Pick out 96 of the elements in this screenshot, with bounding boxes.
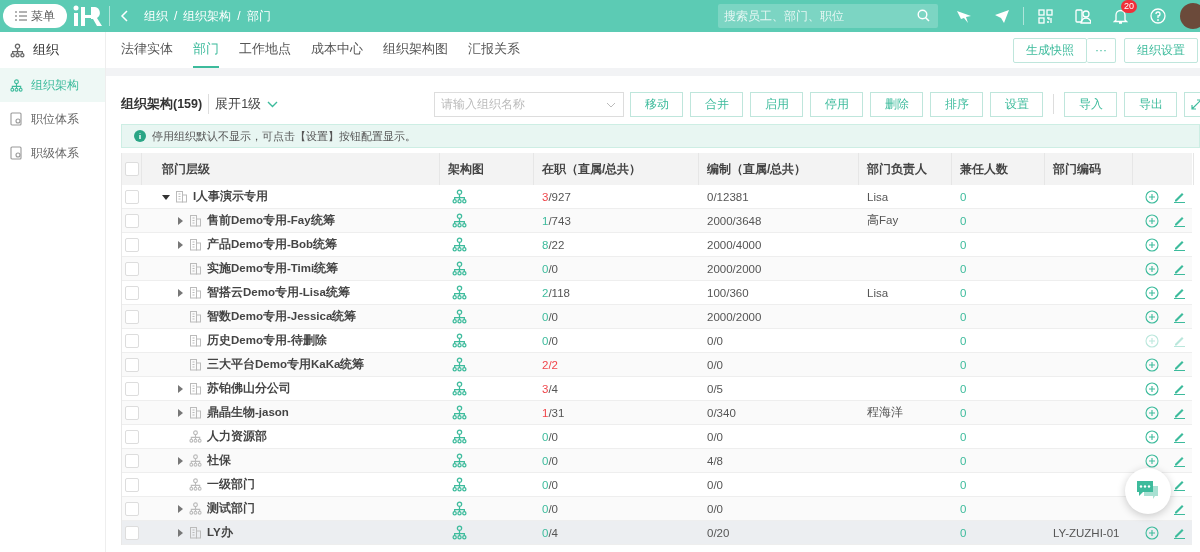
department-head: 高Fay — [867, 213, 899, 228]
concurrent-count: 0 — [960, 478, 967, 491]
concurrent-count: 0 — [960, 286, 967, 299]
quota: 0/20 — [707, 526, 730, 539]
tab[interactable]: 法律实体 — [121, 32, 173, 68]
department-name: 实施Demo专用-Timi统筹 — [207, 261, 339, 276]
headcount: 0/0 — [542, 334, 558, 347]
org-select-field[interactable]: 请输入组织名称 — [434, 91, 624, 117]
quota: 2000/2000 — [707, 310, 762, 323]
table-row[interactable]: 三大平台Demo专用KaKa统筹 2/2 0/0 0 — [122, 353, 1192, 377]
tab[interactable]: 工作地点 — [239, 32, 291, 68]
headcount: 8/22 — [542, 238, 565, 251]
column-header: 部门编码 — [1053, 160, 1101, 178]
department-name: 智数Demo专用-Jessica统筹 — [207, 309, 357, 324]
concurrent-count: 0 — [960, 454, 967, 467]
breadcrumb-separator: / — [174, 9, 178, 23]
department-head: 程海洋 — [867, 405, 903, 420]
table-row[interactable]: 售前Demo专用-Fay统筹 1/743 2000/3648 高Fay 0 — [122, 209, 1192, 233]
notice-text: 停用组织默认不显示，可点击【设置】按钮配置显示。 — [152, 128, 416, 144]
concurrent-count: 0 — [960, 526, 967, 539]
headcount: 1/31 — [542, 406, 565, 419]
department-name: 智搭云Demo专用-Lisa统筹 — [207, 285, 350, 300]
department-name: 测试部门 — [207, 501, 255, 516]
department-name: 历史Demo专用-待删除 — [207, 333, 327, 348]
headcount: 3/927 — [542, 190, 571, 203]
column-header: 在职（直属/总共） — [542, 160, 642, 178]
concurrent-count: 0 — [960, 214, 967, 227]
headcount: 0/0 — [542, 478, 558, 491]
department-name: 社保 — [207, 453, 231, 468]
concurrent-count: 0 — [960, 310, 967, 323]
column-header: 编制（直属/总共） — [707, 160, 807, 178]
quota: 2000/2000 — [707, 262, 762, 275]
concurrent-count: 0 — [960, 406, 967, 419]
headcount: 0/0 — [542, 310, 558, 323]
headcount: 0/0 — [542, 502, 558, 515]
table-row[interactable]: 智数Demo专用-Jessica统筹 0/0 2000/2000 0 — [122, 305, 1192, 329]
table-row[interactable]: LY办 0/4 0/20 0 LY-ZUZHI-01 — [122, 521, 1192, 545]
headcount: 3/4 — [542, 382, 558, 395]
concurrent-count: 0 — [960, 190, 967, 203]
quota: 0/0 — [707, 478, 723, 491]
expand-level-dropdown[interactable]: 展开1级 — [215, 95, 279, 113]
department-name: 鼎晶生物-jason — [207, 405, 289, 420]
department-name: 人力资源部 — [207, 429, 267, 444]
breadcrumb-separator: / — [237, 9, 241, 23]
sidebar-item[interactable]: 职位体系 — [0, 102, 105, 136]
menu-button[interactable]: 菜单 — [3, 4, 67, 28]
quota: 0/0 — [707, 502, 723, 515]
quota: 0/0 — [707, 430, 723, 443]
section-title: 组织架构(159) — [121, 95, 203, 113]
headcount: 0/0 — [542, 430, 558, 443]
table-row[interactable]: 测试部门 0/0 0/0 0 — [122, 497, 1192, 521]
headcount: 0/0 — [542, 454, 558, 467]
department-name: 售前Demo专用-Fay统筹 — [207, 213, 335, 228]
concurrent-count: 0 — [960, 238, 967, 251]
headcount: 2/118 — [542, 286, 570, 299]
headcount: 0/4 — [542, 526, 558, 539]
quota: 0/0 — [707, 334, 723, 347]
department-name: 一级部门 — [207, 477, 255, 492]
notification-badge: 20 — [1121, 0, 1137, 13]
quota: 2000/4000 — [707, 238, 762, 251]
column-header: 部门层级 — [162, 160, 210, 178]
tab[interactable]: 成本中心 — [311, 32, 363, 68]
column-header: 架构图 — [448, 160, 484, 178]
quota: 0/340 — [707, 406, 736, 419]
table-row[interactable]: 实施Demo专用-Timi统筹 0/0 2000/2000 0 — [122, 257, 1192, 281]
quota: 4/8 — [707, 454, 723, 467]
department-name: LY办 — [207, 525, 233, 540]
table-row[interactable]: 鼎晶生物-jason 1/31 0/340 程海洋 0 — [122, 401, 1192, 425]
concurrent-count: 0 — [960, 358, 967, 371]
sidebar-item[interactable]: 职级体系 — [0, 136, 105, 170]
table-row[interactable]: 社保 0/0 4/8 0 — [122, 449, 1192, 473]
quota: 0/12381 — [707, 190, 749, 203]
concurrent-count: 0 — [960, 502, 967, 515]
department-head: Lisa — [867, 286, 889, 299]
concurrent-count: 0 — [960, 382, 967, 395]
concurrent-count: 0 — [960, 334, 967, 347]
sidebar-title: 组织 — [33, 41, 59, 59]
column-header: 兼任人数 — [960, 160, 1008, 178]
headcount: 1/743 — [542, 214, 571, 227]
department-code: LY-ZUZHI-01 — [1053, 526, 1120, 539]
department-name: I人事演示专用 — [193, 189, 269, 204]
quota: 0/5 — [707, 382, 723, 395]
concurrent-count: 0 — [960, 262, 967, 275]
department-name: 三大平台Demo专用KaKa统筹 — [207, 357, 365, 372]
concurrent-count: 0 — [960, 430, 967, 443]
tab[interactable]: 组织架构图 — [383, 32, 448, 68]
headcount: 2/2 — [542, 358, 558, 371]
department-head: Lisa — [867, 190, 889, 203]
quota: 2000/3648 — [707, 214, 762, 227]
quota: 100/360 — [707, 286, 749, 299]
department-name: 产品Demo专用-Bob统筹 — [207, 237, 338, 252]
column-header: 部门负责人 — [867, 160, 927, 178]
quota: 0/0 — [707, 358, 723, 371]
department-name: 苏铂佛山分公司 — [207, 381, 291, 396]
tab[interactable]: 汇报关系 — [468, 32, 520, 68]
headcount: 0/0 — [542, 262, 558, 275]
